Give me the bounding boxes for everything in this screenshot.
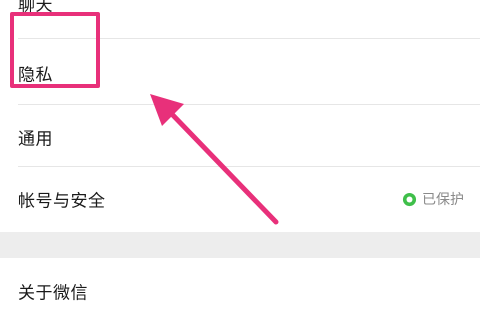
settings-item-account-security[interactable]: 帐号与安全 已保护 — [0, 168, 480, 230]
divider — [18, 166, 480, 167]
settings-screen: 聊天 隐私 通用 帐号与安全 已保护 关于微信 — [0, 0, 480, 322]
highlight-box — [10, 12, 100, 88]
settings-item-general-label: 通用 — [18, 129, 53, 150]
settings-item-general[interactable]: 通用 — [0, 106, 480, 168]
check-circle-icon — [402, 192, 417, 206]
divider — [18, 104, 480, 105]
section-gap — [0, 232, 480, 258]
settings-item-about[interactable]: 关于微信 — [0, 260, 480, 322]
account-security-status: 已保护 — [402, 189, 464, 209]
settings-item-account-security-label: 帐号与安全 — [18, 191, 106, 212]
account-security-status-text: 已保护 — [422, 192, 464, 208]
